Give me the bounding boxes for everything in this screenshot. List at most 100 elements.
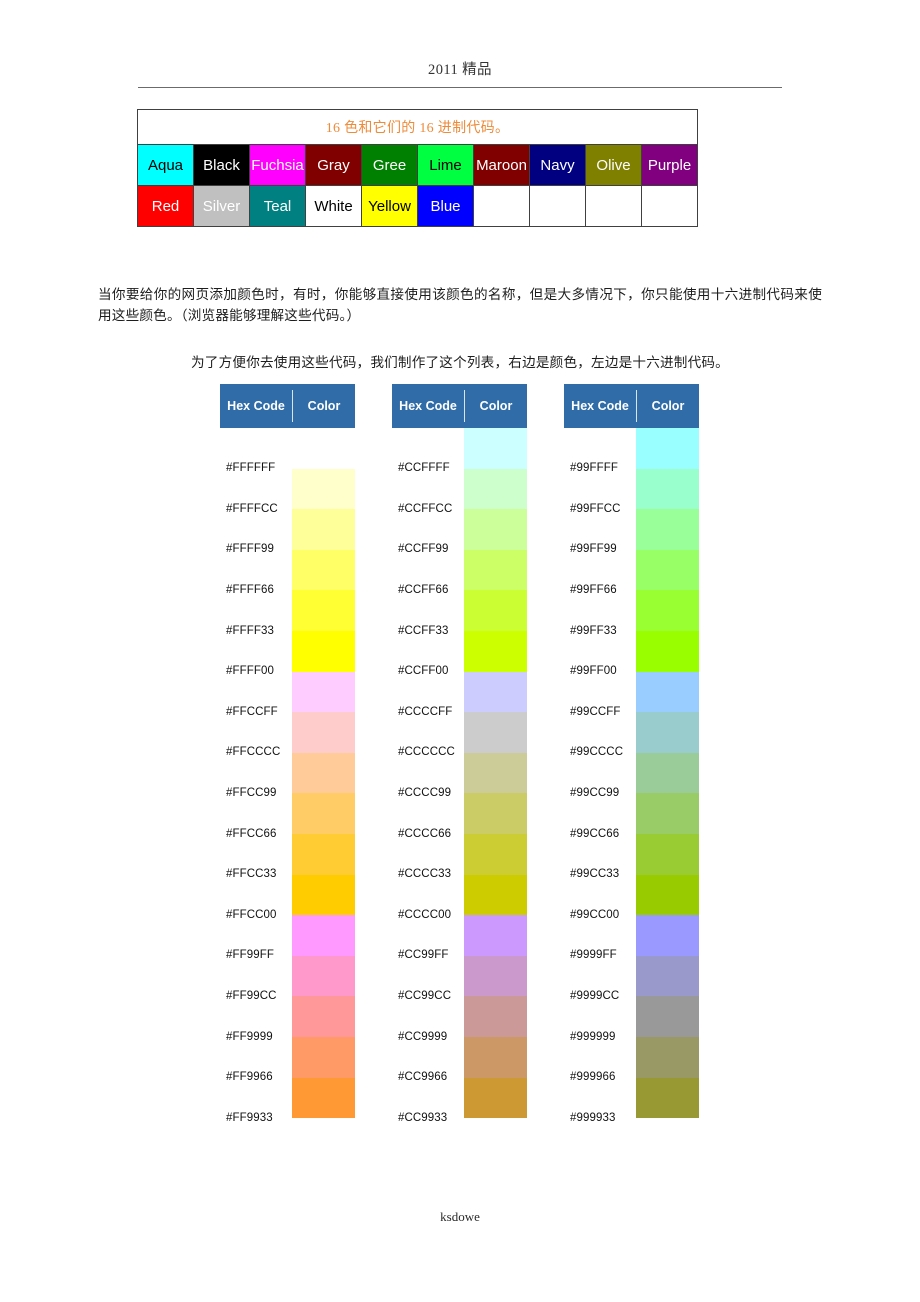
header-hex-code: Hex Code <box>571 399 629 413</box>
color-swatch <box>292 630 355 672</box>
color-swatch <box>292 712 355 753</box>
color-swatch <box>292 874 355 916</box>
color-swatch <box>464 428 527 469</box>
hex-code-label: #999933 <box>570 1111 616 1124</box>
color-swatch <box>636 1036 699 1078</box>
hex-code-label: #FFFF99 <box>226 543 274 556</box>
legend-swatch-yellow: Yellow <box>361 185 418 227</box>
hex-code-label: #CC99FF <box>398 949 449 962</box>
color-swatch <box>464 793 527 834</box>
hex-code-label: #FFFF66 <box>226 584 274 597</box>
hex-code-label: #99CC66 <box>570 827 620 840</box>
hex-code-label: #FFFF33 <box>226 624 274 637</box>
color-swatch <box>636 996 699 1037</box>
legend-swatch-label: Yellow <box>368 197 411 215</box>
legend-swatch-label: Navy <box>540 156 575 174</box>
color-swatch <box>636 955 699 997</box>
color-swatch <box>464 1036 527 1078</box>
named-colors-table: 16 色和它们的 16 进制代码。 Aqua Black Fuchsia Gray Gr… <box>137 109 698 227</box>
legend-swatch-label: Red <box>151 197 180 215</box>
legend-swatch-red: Red <box>137 185 194 227</box>
legend-swatch-label: Blue <box>430 197 461 215</box>
hex-code-label: #FFFFFF <box>226 462 276 475</box>
color-swatch <box>464 833 527 875</box>
hex-color-column-1: Hex Code Color #FFFFFF #FFFFFF #FFFFCC #FFFF9… <box>220 384 355 1138</box>
hex-code-label: #FF9999 <box>226 1030 273 1043</box>
color-swatch <box>292 833 355 875</box>
legend-swatch-lime: Lime <box>417 144 474 186</box>
hex-code-label: #FFFF00 <box>226 665 274 678</box>
color-swatch <box>464 671 527 713</box>
legend-swatch-blue: Blue <box>417 185 474 227</box>
legend-swatch-teal: Teal <box>249 185 306 227</box>
hex-code-label: #99CCCC <box>570 746 624 759</box>
hex-color-chart-columns: Hex Code Color #FFFFFF #FFFFFF #FFFFCC #FFFF9… <box>220 384 700 1138</box>
hex-code-label: #FFCC66 <box>226 827 277 840</box>
hex-code-label: #CCCC66 <box>398 827 452 840</box>
hex-rows-1: #FFFFFF #FFFFCC #FFFF99 #FFFF66 #FFFF33 #FFFF… <box>220 428 355 1138</box>
color-swatch <box>636 752 699 794</box>
hex-code-label: #CCCCCC <box>398 746 455 759</box>
swatch-strip-2 <box>464 428 527 1119</box>
clipped-hex-label: #FFFFFF <box>220 428 292 436</box>
color-swatch <box>636 915 699 956</box>
hex-code-label: #CCFFCC <box>398 502 453 515</box>
hex-code-label: #FF99FF <box>226 949 274 962</box>
color-swatch <box>464 955 527 997</box>
legend-swatch-fuchsia: Fuchsia <box>249 144 306 186</box>
color-swatch <box>464 915 527 956</box>
legend-swatch-empty <box>529 185 586 227</box>
legend-title-cell: 16 色和它们的 16 进制代码。 <box>137 109 698 145</box>
legend-swatch-label: Black <box>203 156 240 174</box>
legend-swatch-empty <box>585 185 642 227</box>
hex-code-label: #FFCC33 <box>226 868 277 881</box>
legend-swatch-purple: Purple <box>641 144 698 186</box>
legend-swatch-empty <box>641 185 698 227</box>
header-hex-code: Hex Code <box>227 399 285 413</box>
legend-swatch-label: Gray <box>317 156 350 174</box>
hex-code-label: #999999 <box>570 1030 616 1043</box>
hex-code-label: #FFCCCC <box>226 746 281 759</box>
hex-code-label: #CCCC99 <box>398 787 452 800</box>
legend-swatch-empty <box>473 185 530 227</box>
color-swatch <box>464 509 527 550</box>
color-swatch <box>292 955 355 997</box>
hex-code-label: #FFCC99 <box>226 787 277 800</box>
page-running-footer: ksdowe <box>0 1208 920 1226</box>
hex-code-label: #FFCCFF <box>226 705 278 718</box>
color-swatch <box>464 712 527 753</box>
hex-code-label: #CCFF33 <box>398 624 449 637</box>
color-swatch <box>636 1077 699 1119</box>
hex-code-label: #99CCFF <box>570 705 621 718</box>
hex-code-label: #999966 <box>570 1071 616 1084</box>
legend-swatch-maroon: Maroon <box>473 144 530 186</box>
legend-swatch-label: Maroon <box>476 156 527 174</box>
hex-color-chart: Hex Code Color #FFFFFF #FFFFFF #FFFFCC #FFFF9… <box>220 384 700 1138</box>
swatch-strip-1 <box>292 428 355 1119</box>
color-swatch <box>636 549 699 591</box>
clipped-hex-label: #99FFFF <box>564 428 636 436</box>
color-swatch <box>636 712 699 753</box>
column-header-3: Hex Code Color <box>564 384 699 428</box>
swatch-strip-3 <box>636 428 699 1119</box>
hex-code-label: #99FF66 <box>570 584 617 597</box>
page-footer-text: ksdowe <box>440 1209 480 1224</box>
color-swatch <box>292 509 355 550</box>
header-color: Color <box>479 399 513 413</box>
legend-swatch-label: Teal <box>263 197 292 215</box>
hex-code-label: #99CC00 <box>570 908 620 921</box>
clipped-hex-label: #CCFFFF <box>392 428 464 436</box>
hex-rows-2: #CCFFFF #CCFFCC #CCFF99 #CCFF66 #CCFF33 #CCFF… <box>392 428 527 1138</box>
hex-code-label: #CCFF66 <box>398 584 449 597</box>
hex-code-label: #CCFFFF <box>398 462 450 475</box>
header-divider-rule <box>138 87 782 88</box>
hex-code-label: #99FF00 <box>570 665 617 678</box>
color-swatch <box>464 996 527 1037</box>
color-swatch <box>464 752 527 794</box>
hex-code-label: #CCFF00 <box>398 665 449 678</box>
legend-title-row: 16 色和它们的 16 进制代码。 <box>137 109 698 145</box>
hex-rows-3: #99FFFF #99FFCC #99FF99 #99FF66 #99FF33 #99FF… <box>564 428 699 1138</box>
hex-code-label: #CC9933 <box>398 1111 448 1124</box>
hex-code-label: #FFCC00 <box>226 908 277 921</box>
color-swatch <box>292 752 355 794</box>
